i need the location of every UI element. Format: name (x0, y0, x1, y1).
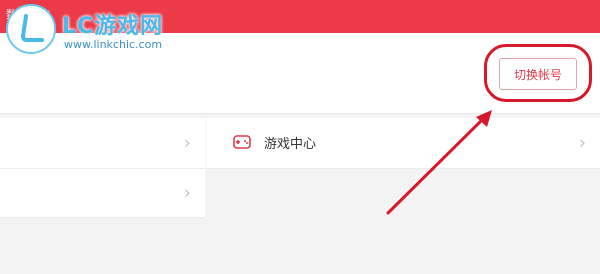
menu-row-left-1[interactable]: › (0, 118, 205, 169)
logo-title: LC游戏网 (62, 14, 164, 39)
watermark-logo: LC游戏网 www.linkchic.com (6, 4, 216, 60)
switch-account-button[interactable]: 切换帐号 (499, 58, 577, 90)
game-center-row[interactable]: 游戏中心 › (206, 118, 600, 169)
logo-url: www.linkchic.com (64, 38, 163, 51)
menu-row-left-2[interactable]: › (0, 169, 205, 218)
chevron-right-icon: › (578, 132, 586, 154)
gamepad-icon (233, 135, 251, 149)
logo-badge-icon (6, 4, 56, 54)
chevron-right-icon: › (183, 182, 191, 204)
game-center-label: 游戏中心 (264, 137, 317, 152)
logo-l-icon (21, 14, 44, 42)
chevron-right-icon: › (183, 132, 191, 154)
